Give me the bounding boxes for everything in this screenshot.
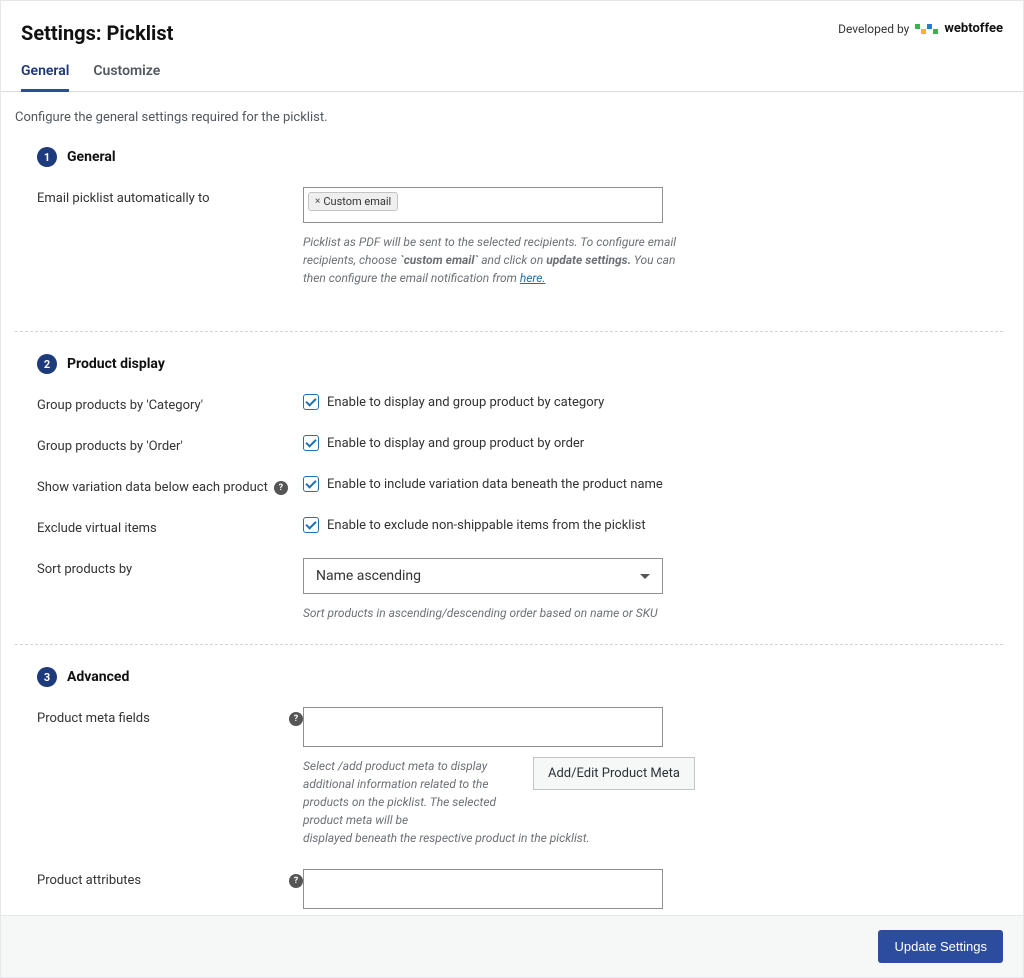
label-product-meta: Product meta fields	[37, 711, 150, 726]
checkbox-group-category[interactable]	[303, 394, 319, 410]
label-email-picklist: Email picklist automatically to	[37, 187, 303, 206]
email-hint: Picklist as PDF will be sent to the sele…	[303, 233, 683, 287]
label-group-order: Group products by 'Order'	[37, 435, 303, 454]
section-title-general: General	[67, 149, 116, 165]
checkbox-variation-data[interactable]	[303, 476, 319, 492]
tag-custom-email[interactable]: × Custom email	[308, 192, 398, 211]
sort-hint: Sort products in ascending/descending or…	[303, 604, 683, 622]
developed-by-text: Developed by	[838, 22, 909, 36]
add-edit-product-meta-button[interactable]: Add/Edit Product Meta	[533, 757, 695, 790]
page-title: Settings: Picklist	[21, 21, 173, 45]
product-attributes-input[interactable]	[303, 869, 663, 909]
label-exclude-virtual: Exclude virtual items	[37, 517, 303, 536]
product-meta-input[interactable]	[303, 707, 663, 747]
checkbox-label-group-order: Enable to display and group product by o…	[327, 436, 584, 451]
section-title-product-display: Product display	[67, 356, 165, 372]
product-meta-hint-short: Select /add product meta to display addi…	[303, 757, 523, 829]
tab-customize[interactable]: Customize	[93, 63, 160, 92]
checkbox-group-order[interactable]	[303, 435, 319, 451]
email-recipient-input[interactable]: × Custom email	[303, 187, 663, 223]
checkbox-label-group-category: Enable to display and group product by c…	[327, 395, 604, 410]
intro-text: Configure the general settings required …	[15, 110, 1003, 125]
tag-label: Custom email	[323, 195, 391, 208]
help-icon[interactable]: ?	[289, 712, 303, 726]
select-value: Name ascending	[316, 568, 421, 584]
label-variation-data: Show variation data below each product	[37, 480, 268, 495]
help-icon[interactable]: ?	[274, 481, 288, 495]
developed-by: Developed by webtoffee	[838, 21, 1003, 36]
checkbox-label-exclude-virtual: Enable to exclude non-shippable items fr…	[327, 518, 646, 533]
checkbox-label-variation-data: Enable to include variation data beneath…	[327, 477, 663, 492]
label-product-attributes: Product attributes	[37, 873, 141, 888]
label-group-category: Group products by 'Category'	[37, 394, 303, 413]
webtoffee-logo-icon	[915, 24, 938, 34]
chevron-down-icon	[640, 574, 650, 579]
label-sort-products: Sort products by	[37, 558, 303, 577]
checkbox-exclude-virtual[interactable]	[303, 517, 319, 533]
help-icon[interactable]: ?	[289, 874, 303, 888]
tag-remove-icon[interactable]: ×	[315, 196, 320, 207]
tabs: General Customize	[1, 45, 1023, 92]
section-badge-3: 3	[37, 667, 57, 687]
email-hint-link[interactable]: here.	[520, 271, 546, 285]
product-meta-hint-rest: displayed beneath the respective product…	[303, 829, 695, 847]
select-sort-products[interactable]: Name ascending	[303, 558, 663, 594]
update-settings-button[interactable]: Update Settings	[878, 930, 1003, 963]
section-badge-1: 1	[37, 147, 57, 167]
section-badge-2: 2	[37, 354, 57, 374]
tab-general[interactable]: General	[21, 63, 69, 92]
brand-name: webtoffee	[944, 21, 1003, 36]
section-title-advanced: Advanced	[67, 669, 129, 685]
